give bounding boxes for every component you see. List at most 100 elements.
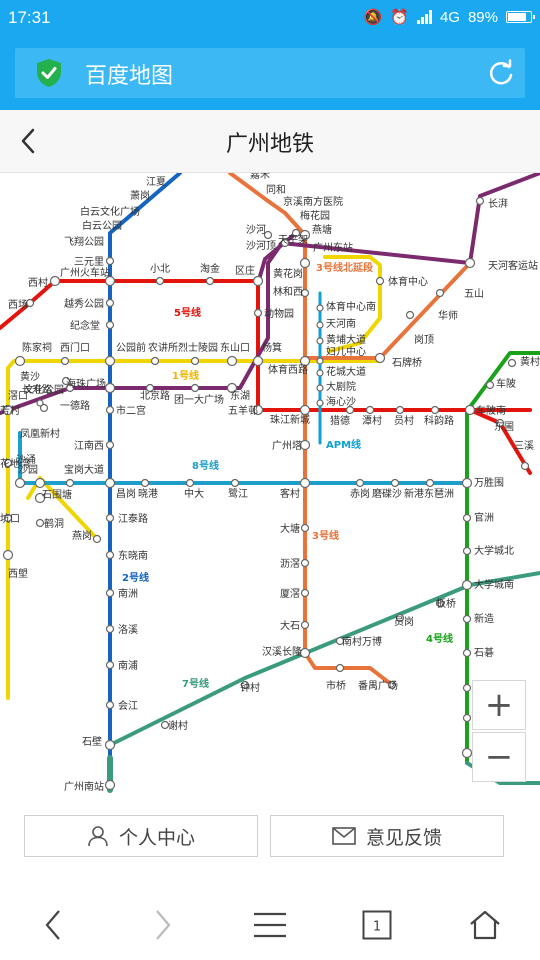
station-label: 公园前 [116,341,146,354]
station-label: 天河南 [326,317,356,330]
station-label: 京溪南方医院 [283,195,343,208]
station-label: 洛溪 [118,623,138,636]
station-label: 海心沙 [326,395,356,408]
station-label: 江夏 [146,176,166,188]
station-label: 石壁 [82,735,102,748]
line-label-5: 5号线 [174,306,201,319]
metro-map[interactable]: 江夏 萧岗 白云文化广场 白云公园 飞翔公园 三元里 越秀公园 纪念堂 公园前 … [0,173,540,795]
station-label: 西村 [28,276,48,289]
zoom-in-button[interactable]: + [472,680,526,730]
station-label: 五羊邨 [228,404,258,417]
station-label: 农讲所 [148,341,178,354]
station-label: 南洲 [118,587,138,600]
shield-check-icon [37,59,61,87]
battery-percent: 89% [467,8,498,26]
line-label-4: 4号线 [426,632,453,645]
plus-icon: + [484,685,514,725]
station-label: 北京路 [140,389,170,402]
footer-buttons: 个人中心 意见反馈 [0,795,540,890]
line-label-7: 7号线 [182,677,209,690]
station-label: 黄花岗 [273,267,303,280]
station-label: 凤凰新村 [20,427,60,440]
network-type: 4G [439,8,460,26]
feedback-label: 意见反馈 [365,826,442,849]
browser-forward-button[interactable] [138,904,188,946]
station-label: 广州塔 [272,439,302,452]
station-label: 珠江新城 [270,413,310,426]
browser-tabs-button[interactable]: 1 [352,904,402,946]
station-label: 晓港 [138,488,158,500]
envelope-icon [332,827,356,845]
station-label: 西门口 [60,341,90,354]
chevron-right-icon [156,910,171,940]
station-label: 市二宫 [116,404,146,417]
battery-level [508,13,526,21]
feedback-button[interactable]: 意见反馈 [270,815,504,857]
refresh-icon[interactable] [487,59,515,87]
station-label: 飞翔公园 [64,235,104,248]
station-label: 动物园 [264,307,294,320]
station-label: 燕塘 [312,223,332,236]
minus-icon: − [484,737,514,777]
station-label: 板桥 [436,597,456,610]
station-label: 琶洲 [434,488,454,500]
station-label: 西场 [8,298,28,311]
station-label: 大学城南 [474,578,514,591]
station-label: 梅花园 [300,209,330,222]
station-label: 萧岗 [130,190,150,202]
personal-center-button[interactable]: 个人中心 [24,815,258,857]
browser-back-button[interactable] [28,904,78,946]
user-icon [88,826,108,847]
station-label: 陈家祠 [22,341,52,354]
line-label-8: 8号线 [192,459,219,472]
station-label: 体育西路 [268,363,308,376]
station-label: 白云公园 [82,219,122,232]
battery-icon [506,11,535,23]
station-label: 磨碟沙 [372,487,402,500]
station-label: 文化公园 [24,383,64,396]
station-label: 越秀公园 [64,297,104,310]
browser-home-button[interactable] [460,904,510,946]
station-label: 汉溪长隆 [262,645,302,658]
status-icons: 🔕 ⏰ 4G 89% [363,8,535,26]
line-label-3-north: 3号线北延段 [316,261,373,274]
station-label: 燕岗 [72,530,92,542]
station-label: 岗顶 [414,334,434,346]
station-label: 白云文化广场 [80,205,140,218]
station-label: 芳村 [0,404,20,417]
chevron-left-icon [45,910,60,940]
station-label: 昌岗 [116,488,136,500]
station-label: 客村 [280,487,300,500]
station-label: 坑口 [0,512,20,525]
station-label: 南浦 [118,659,138,672]
station-label: 钟村 [240,681,260,694]
metro-map-svg[interactable]: 江夏 萧岗 白云文化广场 白云公园 飞翔公园 三元里 越秀公园 纪念堂 公园前 … [0,173,540,795]
station-label: 淘金 [200,262,220,275]
station-label: 员岗 [394,616,414,628]
station-label: 沙河 [246,224,266,236]
zoom-out-button[interactable]: − [472,732,526,782]
signal-icon [416,10,432,24]
station-label: 宝岗大道 [64,463,104,476]
station-label: 鹤洞 [44,517,64,530]
station-label: 妇儿中心 [326,345,366,358]
station-label: 新港东 [404,487,434,500]
station-label: 黄沙 [20,370,40,383]
station-label: 广州南站 [64,780,104,793]
browser-menu-button[interactable] [245,904,295,946]
tabs-icon: 1 [362,910,392,940]
station-label: 谢村 [168,719,188,732]
app-title: 百度地图 [85,64,174,89]
station-label: 潭村 [362,414,382,427]
station-label: 新造 [474,612,494,625]
station-label: 天平架 [278,234,308,246]
page-header: 广州地铁 [0,110,540,173]
mute-icon: 🔕 [363,9,383,26]
station-label: 大石 [280,619,300,632]
station-label: 一德路 [60,399,90,412]
station-label: 滘口 [8,390,28,402]
station-label: 东湖 [230,389,250,402]
station-label: 沙涌 [16,454,36,466]
station-label: 大剧院 [326,380,356,393]
alarm-icon: ⏰ [390,9,409,26]
